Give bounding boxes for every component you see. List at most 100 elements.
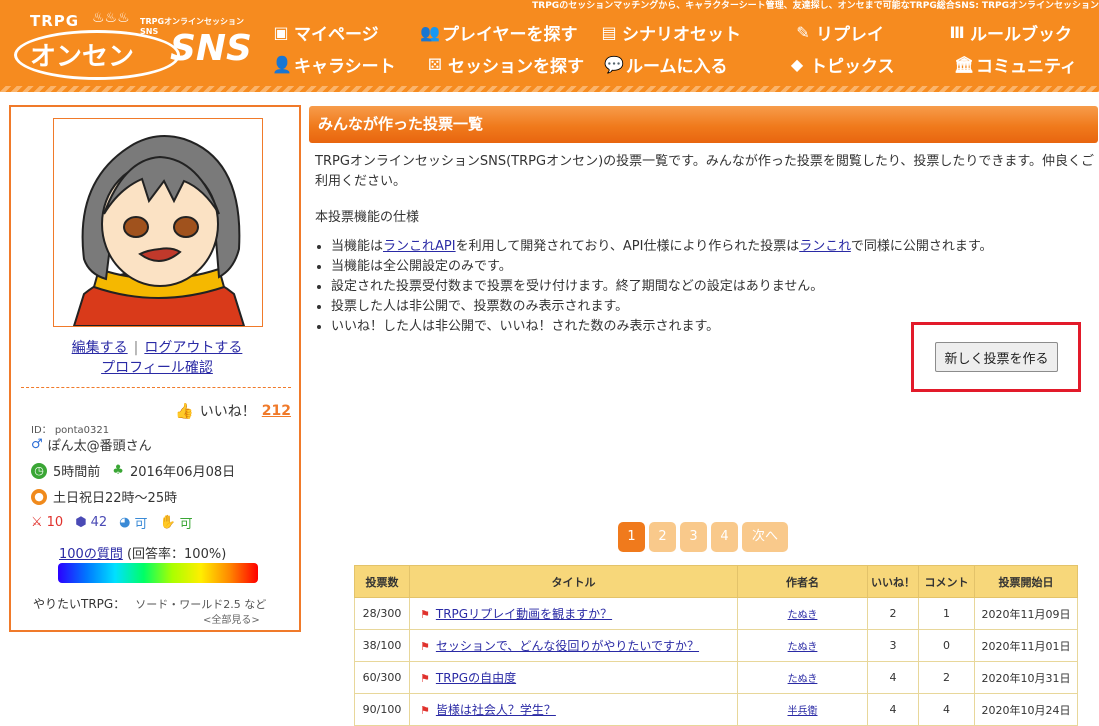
nav-mypage[interactable]: ▣ マイページ (272, 20, 378, 45)
table-row: 28/300 ⚑ TRPGリプレイ動画を観ますか？ たぬき 2 1 2020年11… (354, 597, 1078, 630)
sword-icon: ⚔ (31, 515, 43, 530)
logo-trpg: TRPG (30, 12, 80, 30)
page-description: TRPGオンラインセッションSNS(TRPGオンセン)の投票一覧です。みんなが作… (315, 154, 1095, 189)
hand-icon: ✋ (159, 515, 176, 530)
author-link[interactable]: たぬき (788, 674, 818, 685)
nav-label: ルームに入る (626, 57, 728, 77)
table-row: 90/100 ⚑ 皆様は社会人？学生？ 半兵衛 4 4 2020年10月24日 (354, 693, 1078, 726)
nav-label: リプレイ (816, 25, 884, 45)
author-link[interactable]: たぬき (788, 610, 818, 621)
spec-item: 投票した人は非公開で、投票数のみ表示されます。 (331, 297, 993, 317)
col-votes: 投票数 (354, 565, 410, 598)
dice-stat: ⬢ 42 (75, 515, 108, 530)
stats-row: ⚔ 10 ⬢ 42 ◕ 可 ✋ 可 (31, 513, 199, 532)
nav-find-sessions[interactable]: ⚄ セッションを探す (426, 52, 584, 77)
col-author: 作者名 (737, 565, 868, 598)
vote-title-link[interactable]: TRPGの自由度 (436, 671, 516, 685)
questions-link[interactable]: 100の質問 (59, 547, 123, 562)
head-icon: ◕ (119, 515, 131, 530)
link-separator: | (133, 340, 139, 356)
divider (21, 387, 291, 388)
page-4[interactable]: 4 (711, 522, 738, 552)
user-name: ♂ ぽん太@番頭さん (31, 435, 152, 454)
rulebook-icon: Ⅲ (949, 23, 965, 42)
scenario-icon: ▤ (601, 23, 617, 42)
main-nav: ▣ マイページ 👥 プレイヤーを探す ▤ シナリオセット ✎ リプレイ Ⅲ ルールブック … (266, 16, 1099, 80)
hand-stat: ✋ 可 (159, 515, 193, 532)
nav-find-players[interactable]: 👥 プレイヤーを探す (420, 20, 578, 45)
want-label: やりたいTRPG： (33, 597, 126, 611)
votes-table: 投票数 タイトル 作者名 いいね！ コメント 投票開始日 28/300 ⚑ TRP… (354, 565, 1078, 726)
user-name-text: ぽん太@番頭さん (47, 439, 152, 454)
nav-character-sheet[interactable]: 👤 キャラシート (272, 52, 396, 77)
steam-icon: ♨♨♨ (92, 10, 130, 26)
mypage-icon: ▣ (273, 23, 289, 42)
nav-label: ルールブック (970, 25, 1072, 45)
thumbs-up-icon: 👍 (175, 402, 194, 420)
rankore-link[interactable]: ランこれ (799, 239, 851, 254)
nav-rulebook[interactable]: Ⅲ ルールブック (948, 20, 1072, 45)
login-row: ◷ 5時間前 ♣ 2016年06月08日 (31, 461, 235, 480)
time-icon: ● (31, 488, 47, 505)
spec-item: 当機能はランこれAPIを利用して開発されており、API仕様により作られた投票はラ… (331, 237, 993, 257)
likes-count[interactable]: 212 (262, 403, 291, 419)
questions-rate: (回答率：100%) (126, 547, 227, 562)
character-icon: 👤 (272, 55, 292, 74)
clock-icon: ◷ (31, 462, 47, 479)
nav-topics[interactable]: ◆ トピックス (788, 52, 895, 77)
table-row: 38/100 ⚑ セッションで、どんな役回りがやりたいですか？ たぬき 3 0 2… (354, 629, 1078, 662)
want-all-link[interactable]: <全部見る> (203, 611, 260, 626)
user-id: ID： ponta0321 (31, 425, 110, 436)
table-row: 60/300 ⚑ TRPGの自由度 たぬき 4 2 2020年10月31日 (354, 661, 1078, 694)
spec-item: 当機能は全公開設定のみです。 (331, 257, 993, 277)
author-link[interactable]: 半兵衛 (788, 706, 818, 717)
col-date: 投票開始日 (974, 565, 1078, 598)
flag-icon: ⚑ (420, 640, 430, 653)
vote-title-link[interactable]: 皆様は社会人？学生？ (436, 703, 556, 717)
site-logo[interactable]: TRPG ♨♨♨ TRPGオンラインセッションSNS オンセン SNS (12, 10, 252, 80)
edit-link[interactable]: 編集する (72, 340, 128, 356)
spec-list: 当機能はランこれAPIを利用して開発されており、API仕様により作られた投票はラ… (315, 237, 993, 337)
page-2[interactable]: 2 (649, 522, 676, 552)
players-icon: 👥 (420, 23, 440, 42)
male-icon: ♂ (31, 437, 43, 452)
pagination: 1 2 3 4 次へ (618, 522, 788, 552)
site-tagline: TRPGのセッションマッチングから、キャラクターシート管理、友達探し、オンセまで… (532, 1, 1099, 11)
vote-title-link[interactable]: セッションで、どんな役回りがやりたいですか？ (436, 639, 699, 653)
rankore-api-link[interactable]: ランこれAPI (383, 239, 456, 254)
chat-icon: 💬 (604, 55, 624, 74)
avatar[interactable] (53, 118, 263, 327)
nav-community[interactable]: 🏛 コミュニティ (954, 52, 1077, 77)
spec-title: 本投票機能の仕様 (315, 210, 420, 225)
logo-sns: SNS (170, 28, 252, 69)
logout-link[interactable]: ログアウトする (144, 340, 242, 356)
next-page[interactable]: 次へ (742, 522, 788, 552)
dice-icon: ⬢ (75, 515, 87, 530)
nav-scenario[interactable]: ▤ シナリオセット (600, 20, 741, 45)
page-3[interactable]: 3 (680, 522, 707, 552)
tag-icon: ◆ (790, 55, 804, 74)
last-login: 5時間前 (53, 465, 101, 480)
vote-title-link[interactable]: TRPGリプレイ動画を観ますか？ (436, 607, 612, 621)
logo-main: オンセン (30, 42, 135, 72)
author-link[interactable]: たぬき (788, 642, 818, 653)
mind-stat: ◕ 可 (119, 515, 148, 532)
flag-icon: ⚑ (420, 672, 430, 685)
active-time: 土日祝日22時～25時 (53, 491, 178, 506)
site-header: TRPGのセッションマッチングから、キャラクターシート管理、友達探し、オンセまで… (0, 0, 1099, 92)
want-trpg: やりたいTRPG： ソード・ワールド2.5 など (33, 595, 266, 612)
nav-enter-room[interactable]: 💬 ルームに入る (604, 52, 728, 77)
spec-item: いいね！した人は非公開で、いいね！された数のみ表示されます。 (331, 317, 993, 337)
questions: 100の質問 (回答率：100%) (59, 543, 226, 562)
building-icon: 🏛 (954, 55, 975, 74)
likes-label: いいね！ (199, 404, 256, 420)
col-comments: コメント (918, 565, 975, 598)
col-likes: いいね！ (867, 565, 919, 598)
likes: 👍 いいね！ 212 (175, 401, 291, 421)
page-1[interactable]: 1 (618, 522, 645, 552)
nav-label: セッションを探す (448, 57, 584, 77)
page-title: みんなが作った投票一覧 (309, 106, 1098, 143)
profile-link[interactable]: プロフィール確認 (101, 360, 213, 376)
nav-replay[interactable]: ✎ リプレイ (794, 20, 884, 45)
create-vote-button[interactable]: 新しく投票を作る (935, 342, 1058, 372)
